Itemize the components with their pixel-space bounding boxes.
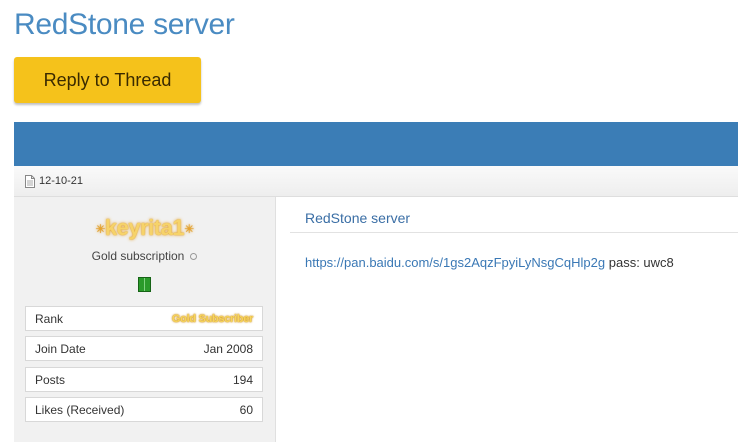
rank-badge: Gold Subscriber <box>171 312 253 325</box>
post-date: 12-10-21 <box>39 175 84 187</box>
info-value: Jan 2008 <box>203 341 253 356</box>
post-body: https://pan.baidu.com/s/1gs2AqzFpyiLyNsg… <box>305 255 674 270</box>
info-value: 194 <box>232 372 253 387</box>
post-header-bar <box>14 122 738 166</box>
user-info-panel: ✳keyrita1✳ Gold subscription Rank Gold S… <box>14 197 276 442</box>
reputation-icon <box>138 277 151 292</box>
post-divider <box>290 232 738 233</box>
user-info-row-posts: Posts 194 <box>25 367 263 392</box>
info-label: Rank <box>35 311 64 326</box>
user-info-row-join-date: Join Date Jan 2008 <box>25 336 263 361</box>
post-title: RedStone server <box>305 210 411 226</box>
sparkle-icon: ✳ <box>184 222 194 237</box>
info-label: Posts <box>35 372 66 387</box>
post-date-bar: 12-10-21 <box>14 166 738 197</box>
user-info-row-rank: Rank Gold Subscriber <box>25 306 263 331</box>
info-label: Join Date <box>35 341 86 356</box>
pass-text: pass: uwc8 <box>605 255 674 270</box>
user-info-row-likes: Likes (Received) 60 <box>25 397 263 422</box>
user-title: Gold subscription <box>14 249 275 263</box>
document-icon <box>25 174 35 188</box>
username-link[interactable]: ✳keyrita1✳ <box>14 215 275 241</box>
sparkle-icon: ✳ <box>95 222 105 237</box>
info-label: Likes (Received) <box>35 402 125 417</box>
thread-title: RedStone server <box>14 8 235 41</box>
username-text: keyrita1 <box>104 215 185 240</box>
download-link[interactable]: https://pan.baidu.com/s/1gs2AqzFpyiLyNsg… <box>305 255 605 270</box>
info-value: 60 <box>239 402 253 417</box>
reply-to-thread-button[interactable]: Reply to Thread <box>14 57 201 103</box>
offline-status-icon <box>190 253 198 261</box>
user-title-text: Gold subscription <box>91 249 185 263</box>
